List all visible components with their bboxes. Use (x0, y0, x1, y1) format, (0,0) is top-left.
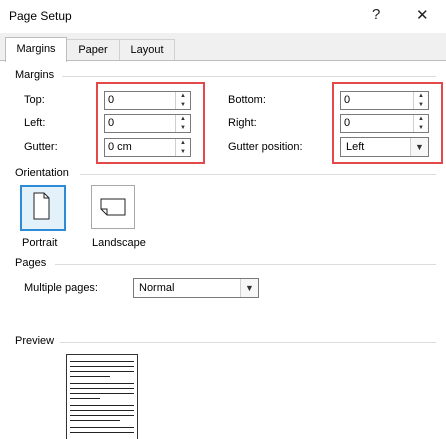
preview-line (70, 371, 134, 372)
multiple-pages-value: Normal (139, 282, 175, 294)
highlight-box-left (96, 82, 205, 164)
preview-line (70, 383, 134, 384)
left-label: Left: (24, 117, 46, 129)
tab-layout[interactable]: Layout (119, 39, 175, 60)
preview-divider (60, 342, 436, 343)
tab-strip: Margins Paper Layout (0, 33, 446, 62)
preview-line (70, 415, 134, 416)
pages-divider (55, 264, 436, 265)
preview-line (70, 361, 134, 362)
preview-line (70, 405, 134, 406)
tab-paper[interactable]: Paper (66, 39, 120, 60)
preview-line (70, 410, 134, 411)
preview-section-title: Preview (15, 335, 55, 347)
tab-margins-label: Margins (16, 43, 56, 55)
margins-section-title: Margins (15, 69, 55, 81)
multiple-pages-label: Multiple pages: (24, 282, 98, 294)
landscape-button[interactable] (91, 185, 135, 229)
highlight-box-right (332, 82, 443, 164)
margins-divider (62, 76, 436, 77)
preview-line (70, 427, 134, 428)
tab-paper-label: Paper (78, 44, 108, 56)
preview-line (70, 398, 100, 399)
page-preview (66, 354, 138, 439)
window-title: Page Setup (9, 9, 72, 23)
gutter-position-label: Gutter position: (228, 141, 303, 153)
right-label: Right: (228, 117, 257, 129)
preview-line (70, 388, 134, 389)
portrait-label-text: Portrait (22, 237, 58, 249)
orientation-divider (80, 174, 436, 175)
landscape-page-icon (100, 198, 126, 216)
preview-line (70, 376, 110, 377)
portrait-label: Portrait (22, 237, 57, 249)
portrait-page-icon (33, 192, 50, 220)
preview-line (70, 393, 134, 394)
preview-line (70, 420, 120, 421)
multiple-pages-select[interactable]: Normal ▼ (133, 278, 259, 298)
top-label: Top: (24, 94, 45, 106)
close-icon[interactable]: ✕ (416, 6, 429, 24)
pages-section-title: Pages (15, 257, 47, 269)
title-bar: Page Setup ? ✕ (0, 0, 446, 33)
bottom-label: Bottom: (228, 94, 266, 106)
tab-margins[interactable]: Margins (5, 37, 67, 62)
orientation-section-title: Orientation (15, 167, 69, 179)
tab-layout-label: Layout (130, 44, 164, 56)
gutter-label: Gutter: (24, 141, 58, 153)
preview-line (70, 366, 134, 367)
preview-line (70, 432, 134, 433)
portrait-button[interactable] (20, 185, 66, 231)
dropdown-arrow-icon[interactable]: ▼ (240, 279, 258, 297)
help-icon[interactable]: ? (372, 6, 380, 23)
landscape-label: Landscape (92, 237, 146, 249)
